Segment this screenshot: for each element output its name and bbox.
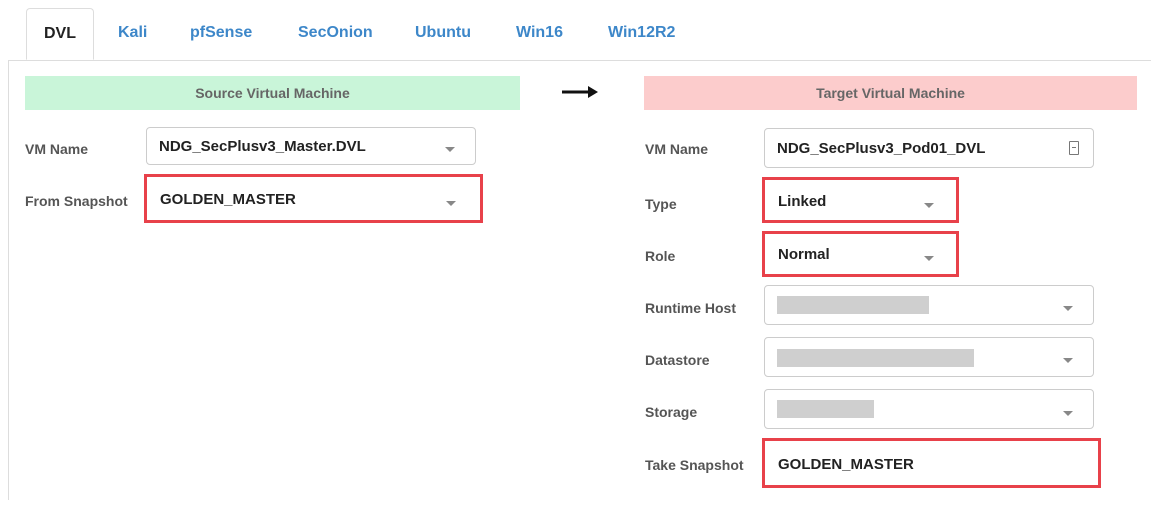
source-vm-banner: Source Virtual Machine [25,76,520,110]
tab-win12r2[interactable]: Win12R2 [608,24,675,42]
redacted-value [777,400,874,418]
redacted-value [777,296,929,314]
save-icon[interactable] [1069,141,1079,155]
take-snapshot-value: GOLDEN_MASTER [778,456,914,473]
datastore-label: Datastore [645,352,710,368]
chevron-down-icon [1063,411,1073,416]
runtime-host-select[interactable] [764,285,1094,325]
role-select[interactable]: Normal [762,231,959,277]
tab-seconion[interactable]: SecOnion [298,24,373,42]
arrow-right-icon [562,86,598,98]
tab-ubuntu[interactable]: Ubuntu [415,24,471,42]
from-snapshot-value: GOLDEN_MASTER [160,191,296,208]
target-vm-name-value: NDG_SecPlusv3_Pod01_DVL [777,140,986,157]
take-snapshot-label: Take Snapshot [645,457,744,473]
tab-kali[interactable]: Kali [118,24,147,42]
chevron-down-icon [924,256,934,261]
tab-kali-label: Kali [118,24,148,41]
tab-win16[interactable]: Win16 [516,24,563,42]
vm-tab-bar: DVL Kali pfSense SecOnion Ubuntu Win16 W… [8,0,1151,61]
storage-select[interactable] [764,389,1094,429]
source-vm-name-select[interactable]: NDG_SecPlusv3_Master.DVL [146,127,476,165]
chevron-down-icon [445,147,455,152]
role-label: Role [645,248,676,264]
source-vm-name-value: NDG_SecPlusv3_Master.DVL [159,138,366,155]
source-vm-name-label: VM Name [25,141,89,157]
type-select[interactable]: Linked [762,177,959,223]
target-vm-banner: Target Virtual Machine [644,76,1137,110]
from-snapshot-label: From Snapshot [25,193,128,209]
datastore-select[interactable] [764,337,1094,377]
role-value: Normal [778,246,830,263]
target-vm-name-label: VM Name [645,141,709,157]
tab-win16-label: Win16 [516,24,563,41]
tab-win12r2-label: Win12R2 [608,24,676,41]
redacted-value [777,349,974,367]
runtime-host-label: Runtime Host [645,300,736,316]
tab-dvl-label: DVL [44,25,76,42]
tab-pfsense-label: pfSense [190,24,253,41]
type-value: Linked [778,193,827,210]
chevron-down-icon [924,203,934,208]
tab-pfsense[interactable]: pfSense [190,24,252,42]
chevron-down-icon [1063,358,1073,363]
tab-seconion-label: SecOnion [298,24,373,41]
chevron-down-icon [1063,306,1073,311]
take-snapshot-input[interactable]: GOLDEN_MASTER [762,438,1101,488]
tab-ubuntu-label: Ubuntu [415,24,471,41]
chevron-down-icon [446,201,456,206]
from-snapshot-select[interactable]: GOLDEN_MASTER [144,174,483,223]
panel-left-border [8,60,9,500]
storage-label: Storage [645,404,698,420]
type-label: Type [645,196,677,212]
target-vm-name-input[interactable]: NDG_SecPlusv3_Pod01_DVL [764,128,1094,168]
tab-dvl[interactable]: DVL [26,8,94,60]
